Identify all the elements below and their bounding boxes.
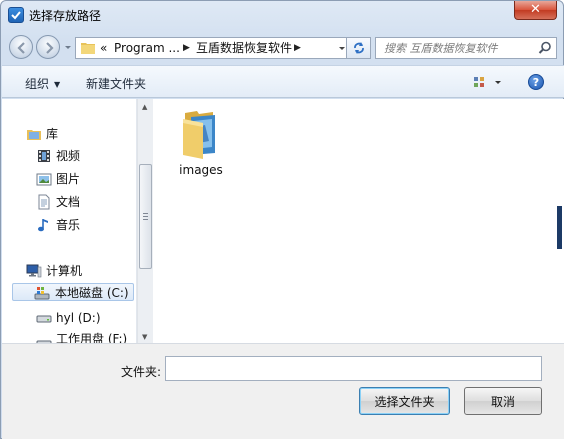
dialog-window: 选择存放路径 ✕ « Program ... ▶ 互盾数据恢复软件 ▶ 搜索 互… <box>0 0 564 439</box>
close-button[interactable]: ✕ <box>514 1 557 20</box>
refresh-icon <box>354 42 364 54</box>
breadcrumb-program-files[interactable]: Program ... <box>114 40 180 56</box>
select-folder-button[interactable]: 选择文件夹 <box>359 387 450 415</box>
nav-item-drive-d[interactable]: hyl (D:) <box>36 309 131 327</box>
nav-item-videos[interactable]: 视频 <box>36 147 126 165</box>
nav-scrollbar[interactable]: ▲ ▼ <box>137 99 153 343</box>
caret-down-icon: ▼ <box>54 80 61 89</box>
folder-icon <box>81 43 95 54</box>
nav-item-computer[interactable]: 计算机 <box>26 262 126 280</box>
nav-item-music[interactable]: 音乐 <box>36 216 126 234</box>
nav-item-drive-c[interactable]: 本地磁盘 (C:) <box>12 283 134 301</box>
video-icon <box>38 150 50 162</box>
organize-button[interactable]: 组织 ▼ <box>25 75 60 92</box>
nav-item-libraries[interactable]: 库 <box>26 125 126 143</box>
picture-icon <box>36 173 52 186</box>
organize-label: 组织 <box>25 77 50 91</box>
folder-field-label: 文件夹: <box>121 365 162 379</box>
folder-item-images[interactable]: images <box>176 105 226 177</box>
browser-area: 库 视频 图片 文档 音乐 计算机 本地磁盘 (C:) hyl (D:) 工作用… <box>2 99 564 343</box>
recent-locations-dropdown[interactable] <box>63 41 73 53</box>
title-bar: 选择存放路径 ✕ <box>1 1 563 29</box>
search-icon[interactable] <box>538 41 552 55</box>
grip-icon <box>143 213 148 220</box>
change-view-button[interactable] <box>472 74 508 92</box>
navigation-bar: « Program ... ▶ 互盾数据恢复软件 ▶ <box>9 33 557 61</box>
folder-name-input[interactable] <box>165 356 542 381</box>
view-options-icon <box>474 77 501 87</box>
nav-item-documents[interactable]: 文档 <box>36 193 126 211</box>
system-drive-icon <box>34 287 50 300</box>
close-icon: ✕ <box>530 2 541 17</box>
music-note-icon <box>38 219 48 232</box>
nav-item-pictures[interactable]: 图片 <box>36 170 126 188</box>
folder-item-label: images <box>179 163 223 177</box>
forward-button[interactable] <box>36 35 60 59</box>
refresh-button[interactable] <box>347 37 371 59</box>
scroll-up-icon[interactable]: ▲ <box>142 103 147 111</box>
folder-icon <box>183 111 215 159</box>
scroll-down-icon[interactable]: ▼ <box>142 333 147 341</box>
search-input[interactable] <box>376 38 536 58</box>
forward-arrow-icon <box>46 42 54 54</box>
navigation-pane: 库 视频 图片 文档 音乐 计算机 本地磁盘 (C:) hyl (D:) 工作用… <box>9 99 137 343</box>
app-shield-icon <box>8 7 24 23</box>
search-box[interactable] <box>375 37 557 59</box>
footer-panel: 文件夹: 选择文件夹 取消 <box>2 343 564 439</box>
scrollbar-thumb[interactable] <box>139 164 152 269</box>
address-bar[interactable]: « Program ... ▶ 互盾数据恢复软件 ▶ <box>75 37 347 59</box>
breadcrumb-arrow-icon[interactable]: ▶ <box>183 40 190 56</box>
window-edge-accent <box>557 206 562 249</box>
chevron-down-icon <box>65 46 71 49</box>
back-arrow-icon <box>17 42 25 54</box>
drive-icon <box>36 340 52 343</box>
new-folder-button[interactable]: 新建文件夹 <box>86 75 146 92</box>
help-button[interactable]: ? <box>528 74 544 90</box>
window-title: 选择存放路径 <box>29 9 102 23</box>
library-icon <box>27 130 41 140</box>
cancel-button[interactable]: 取消 <box>464 387 542 415</box>
breadcrumb-overflow[interactable]: « <box>100 40 107 56</box>
breadcrumb-current-folder[interactable]: 互盾数据恢复软件 <box>196 40 292 56</box>
document-icon <box>38 194 50 210</box>
nav-item-drive-f[interactable]: 工作用盘 (F:) <box>36 331 131 343</box>
computer-icon <box>26 264 42 278</box>
help-icon: ? <box>532 76 540 89</box>
command-toolbar: 组织 ▼ 新建文件夹 ? <box>2 65 564 98</box>
file-list: images <box>154 99 556 343</box>
back-button[interactable] <box>9 35 33 59</box>
drive-icon <box>36 315 52 323</box>
breadcrumb-arrow-icon[interactable]: ▶ <box>294 40 301 56</box>
